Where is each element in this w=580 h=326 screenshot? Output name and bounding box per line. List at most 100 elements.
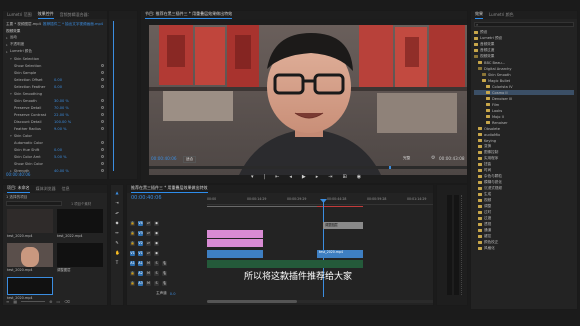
lock-icon[interactable]: 🔒 xyxy=(130,231,135,236)
ripple-edit-icon[interactable]: ⟛ xyxy=(115,211,119,215)
step-forward-icon[interactable]: ⇥ xyxy=(328,174,332,180)
project-item[interactable]: test_2020.mp4 xyxy=(7,243,53,273)
project-item[interactable]: test_2020.mp4 xyxy=(7,209,53,239)
tree-item[interactable]: Mojo II xyxy=(474,114,574,119)
keyframe-toggle[interactable] xyxy=(101,99,104,102)
fx-row[interactable]: Preserve Detail 70.00 % xyxy=(6,105,104,110)
pink-clip[interactable] xyxy=(207,230,263,238)
tree-item[interactable]: 变换 xyxy=(474,144,574,149)
tree-item[interactable]: 过时 xyxy=(474,210,574,215)
project-item[interactable]: test_2020.mp4 xyxy=(7,277,53,301)
mark-out-icon[interactable]: | xyxy=(264,174,266,180)
adjustment-clip[interactable]: 调整图层 xyxy=(323,222,363,229)
source-patch[interactable]: V1 xyxy=(130,251,135,256)
frame-back-icon[interactable]: ◂ xyxy=(289,174,292,180)
mute-icon[interactable]: M xyxy=(146,261,151,266)
tab-lumetri-color[interactable]: Lumetri 颜色 xyxy=(489,12,514,18)
icon-view-icon[interactable]: ▦ xyxy=(13,299,17,304)
track-target[interactable]: A1 xyxy=(138,261,143,266)
project-item[interactable]: 调整图层 xyxy=(57,243,103,273)
tab-info[interactable]: 信息 xyxy=(62,186,70,192)
track-select-icon[interactable]: ⇥ xyxy=(115,201,119,205)
fx-row[interactable]: Discount Detail 100.00 % xyxy=(6,119,104,124)
effect-controls-timecode[interactable]: 00:00:40:06 xyxy=(6,172,30,177)
keyframe-toggle[interactable] xyxy=(101,64,104,67)
master-volume[interactable]: 0.0 xyxy=(170,292,176,296)
sync-lock-icon[interactable]: ⇄ xyxy=(146,241,151,246)
pink-clip[interactable] xyxy=(207,239,263,247)
keyframe-toggle[interactable] xyxy=(101,162,104,165)
sync-lock-icon[interactable]: ⇄ xyxy=(146,221,151,226)
tree-item[interactable]: 杂色与颗粒 xyxy=(474,174,574,179)
audio-clip-a1[interactable] xyxy=(207,260,363,268)
hand-tool-icon[interactable]: ✋ xyxy=(115,251,120,255)
eye-icon[interactable]: ◉ xyxy=(154,221,159,226)
keyframe-toggle[interactable] xyxy=(101,85,104,88)
lock-icon[interactable]: 🔒 xyxy=(130,241,135,246)
tree-item[interactable]: Skin Smooth xyxy=(474,72,574,77)
track-target[interactable]: V1 xyxy=(138,251,143,256)
keyframe-toggle[interactable] xyxy=(101,113,104,116)
tree-item-selected[interactable]: Cosmo II xyxy=(474,90,574,95)
tree-item[interactable]: 透视 xyxy=(474,222,574,227)
wrench-icon[interactable]: ⚙ xyxy=(431,155,435,161)
tree-item[interactable]: 视频效果 xyxy=(474,54,574,59)
fx-row[interactable]: Show Skin Color xyxy=(6,161,104,166)
mic-icon[interactable]: 🎙 xyxy=(162,271,167,276)
program-scrub-bar[interactable] xyxy=(149,166,467,169)
track-target[interactable]: A3 xyxy=(138,281,143,286)
timeline-timecode[interactable]: 00:00:40:06 xyxy=(131,195,162,201)
program-timecode-left[interactable]: 00:00:40:06 xyxy=(151,156,177,161)
sync-lock-icon[interactable]: ⇄ xyxy=(146,251,151,256)
keyframe-toggle[interactable] xyxy=(101,71,104,74)
tree-item[interactable]: 预设 xyxy=(474,30,574,35)
keyframe-toggle[interactable] xyxy=(101,120,104,123)
keyframe-toggle[interactable] xyxy=(101,127,104,130)
tree-item[interactable]: Looks xyxy=(474,108,574,113)
tree-item[interactable]: Magic Bullet xyxy=(474,78,574,83)
tree-item[interactable]: Lumetri 预设 xyxy=(474,36,574,41)
tree-item[interactable]: Obsolete xyxy=(474,126,574,131)
fx-row[interactable]: ▸ 不透明度 xyxy=(6,42,104,47)
fx-row[interactable]: ▸ 运动 xyxy=(6,35,104,40)
keyframe-toggle[interactable] xyxy=(101,155,104,158)
lock-icon[interactable]: 🔒 xyxy=(130,271,135,276)
fx-row[interactable]: Skin Smooth 30.00 % xyxy=(6,98,104,103)
fx-row[interactable]: Skin Color Amt 5.00 % xyxy=(6,154,104,159)
keyframe-toggle[interactable] xyxy=(101,148,104,151)
tab-media-browser[interactable]: 媒体浏览器 xyxy=(36,186,56,192)
fx-row[interactable]: ▾ Skin Smoothing xyxy=(6,91,104,96)
video-clip-v1-main[interactable]: test_2020.mp4 xyxy=(317,250,363,258)
fx-row[interactable]: ▾ Skin Color xyxy=(6,133,104,138)
tree-item[interactable]: 时间 xyxy=(474,168,574,173)
fx-row[interactable]: Selection Feather 0.00 xyxy=(6,84,104,89)
trash-icon[interactable]: ⌫ xyxy=(64,299,70,304)
tree-item[interactable]: 调整 xyxy=(474,204,574,209)
solo-icon[interactable]: S xyxy=(154,261,159,266)
project-search-input[interactable] xyxy=(6,201,62,206)
fx-row[interactable]: Selection Offset 0.00 xyxy=(6,77,104,82)
keyframe-toggle[interactable] xyxy=(101,169,104,172)
program-zoom-select[interactable]: 适合 xyxy=(183,156,197,163)
eye-icon[interactable]: ◉ xyxy=(154,251,159,256)
mute-icon[interactable]: M xyxy=(146,271,151,276)
work-area-bar[interactable] xyxy=(207,206,317,207)
play-icon[interactable]: ▶ xyxy=(302,174,306,180)
frame-forward-icon[interactable]: ▸ xyxy=(316,174,319,180)
tab-project[interactable]: 项目: 未命名 xyxy=(7,185,30,193)
sync-lock-icon[interactable]: ⇄ xyxy=(146,231,151,236)
tree-item[interactable]: BBC Beau... xyxy=(474,60,574,65)
tree-item[interactable]: 音频过渡 xyxy=(474,48,574,53)
timeline-zoom-scrollbar[interactable] xyxy=(207,300,433,303)
project-item[interactable]: test_2022.mp4 xyxy=(57,209,103,239)
tree-item[interactable]: 键控 xyxy=(474,234,574,239)
pen-tool-icon[interactable]: ✎ xyxy=(115,241,119,245)
mark-in-icon[interactable]: ▾ xyxy=(251,174,254,180)
program-quality-select[interactable]: 完整 xyxy=(403,156,410,161)
tab-effect-controls[interactable]: 效果控件 xyxy=(38,11,54,19)
tree-item[interactable]: 实用程序 xyxy=(474,156,574,161)
eye-icon[interactable]: ◉ xyxy=(154,231,159,236)
keyframe-toggle[interactable] xyxy=(101,106,104,109)
track-target[interactable]: V2 xyxy=(138,241,143,246)
tree-item[interactable]: 视频 xyxy=(474,198,574,203)
